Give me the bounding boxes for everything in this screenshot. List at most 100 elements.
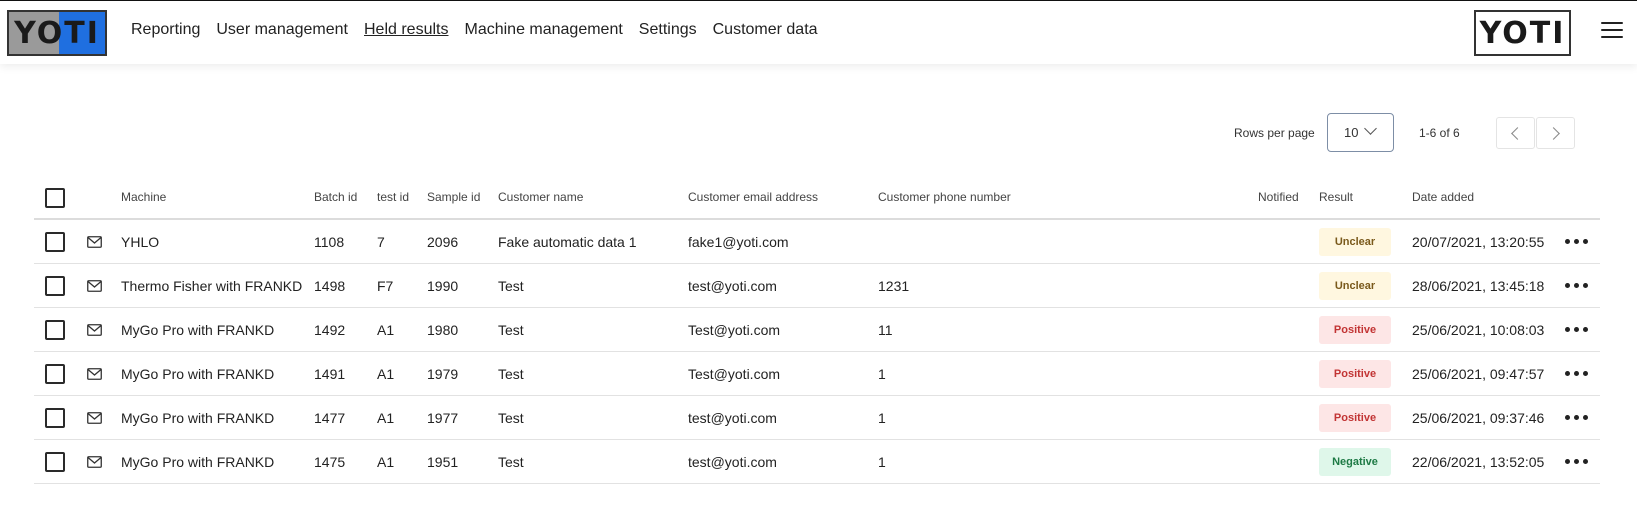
date-added-cell: 22/06/2021, 13:52:05 — [1412, 453, 1545, 470]
phone-cell: 1 — [878, 453, 886, 470]
select-all-checkbox[interactable] — [45, 188, 65, 208]
mail-icon[interactable] — [87, 324, 102, 336]
date-added-cell: 28/06/2021, 13:45:18 — [1412, 277, 1545, 294]
status-badge: Unclear — [1319, 227, 1391, 256]
column-header-phone[interactable]: Customer phone number — [878, 176, 1011, 218]
table-header: Machine Batch id test id Sample id Custo… — [34, 176, 1600, 220]
column-header-email[interactable]: Customer email address — [688, 176, 818, 218]
column-header-machine[interactable]: Machine — [121, 176, 166, 218]
yoti-logo-secondary: YOTI — [1474, 10, 1571, 56]
table-row[interactable]: MyGo Pro with FRANKD 1475 A1 1951 Test t… — [34, 440, 1600, 484]
hamburger-icon[interactable] — [1601, 22, 1623, 40]
table-row[interactable]: Thermo Fisher with FRANKD 1498 F7 1990 T… — [34, 264, 1600, 308]
more-options-icon[interactable] — [1565, 283, 1588, 288]
column-header-customer-name[interactable]: Customer name — [498, 176, 583, 218]
batch-id-cell: 1475 — [314, 453, 346, 470]
yoti-logo[interactable]: YOTI — [7, 10, 107, 56]
column-header-result[interactable]: Result — [1319, 176, 1353, 218]
phone-cell: 1 — [878, 365, 886, 382]
batch-id-cell: 1108 — [314, 233, 345, 250]
nav-held-results[interactable]: Held results — [364, 21, 448, 39]
date-added-cell: 25/06/2021, 10:08:03 — [1412, 321, 1545, 338]
result-cell: Positive — [1319, 308, 1391, 351]
nav-user-management[interactable]: User management — [216, 21, 348, 39]
table-row[interactable]: MyGo Pro with FRANKD 1492 A1 1980 Test T… — [34, 308, 1600, 352]
rows-per-page-label: Rows per page — [1234, 126, 1315, 140]
machine-cell: MyGo Pro with FRANKD — [121, 409, 275, 426]
row-checkbox[interactable] — [45, 408, 65, 428]
result-cell: Unclear — [1319, 264, 1391, 307]
mail-icon[interactable] — [87, 236, 102, 248]
email-cell: test@yoti.com — [688, 453, 777, 470]
column-header-notified[interactable]: Notified — [1258, 176, 1299, 218]
test-id-cell: A1 — [377, 321, 395, 338]
batch-id-cell: 1477 — [314, 409, 346, 426]
email-cell: Test@yoti.com — [688, 321, 781, 338]
mail-icon[interactable] — [87, 368, 102, 380]
table-row[interactable]: MyGo Pro with FRANKD 1491 A1 1979 Test T… — [34, 352, 1600, 396]
sample-id-cell: 1990 — [427, 277, 459, 294]
previous-page-button[interactable] — [1496, 117, 1535, 149]
result-cell: Unclear — [1319, 220, 1391, 263]
chevron-left-icon — [1511, 127, 1524, 140]
rows-per-page-value: 10 — [1344, 125, 1359, 140]
customer-name-cell: Test — [498, 365, 524, 382]
date-added-cell: 25/06/2021, 09:47:57 — [1412, 365, 1545, 382]
logo-text: YOTI — [1479, 15, 1566, 51]
machine-cell: MyGo Pro with FRANKD — [121, 365, 275, 382]
row-checkbox[interactable] — [45, 320, 65, 340]
next-page-button[interactable] — [1536, 117, 1575, 149]
test-id-cell: A1 — [377, 409, 395, 426]
more-options-icon[interactable] — [1565, 371, 1588, 376]
email-cell: test@yoti.com — [688, 409, 777, 426]
result-cell: Positive — [1319, 396, 1391, 439]
machine-cell: MyGo Pro with FRANKD — [121, 453, 275, 470]
status-badge: Positive — [1319, 403, 1391, 432]
row-checkbox[interactable] — [45, 452, 65, 472]
column-header-test-id[interactable]: test id — [377, 176, 409, 218]
sample-id-cell: 1980 — [427, 321, 459, 338]
email-cell: test@yoti.com — [688, 277, 777, 294]
table-row[interactable]: YHLO 1108 7 2096 Fake automatic data 1 f… — [34, 220, 1600, 264]
mail-icon[interactable] — [87, 280, 102, 292]
status-badge: Negative — [1319, 447, 1391, 476]
phone-cell: 11 — [878, 321, 893, 338]
customer-name-cell: Test — [498, 453, 524, 470]
nav-reporting[interactable]: Reporting — [131, 21, 200, 39]
top-navigation-bar: YOTI Reporting User management Held resu… — [0, 0, 1637, 64]
customer-name-cell: Test — [498, 409, 524, 426]
phone-cell: 1231 — [878, 277, 910, 294]
nav-customer-data[interactable]: Customer data — [713, 21, 818, 39]
test-id-cell: 7 — [377, 233, 385, 250]
date-added-cell: 25/06/2021, 09:37:46 — [1412, 409, 1545, 426]
customer-name-cell: Test — [498, 277, 524, 294]
sample-id-cell: 1951 — [427, 453, 459, 470]
row-checkbox[interactable] — [45, 232, 65, 252]
machine-cell: YHLO — [121, 233, 160, 250]
rows-per-page-select[interactable]: 10 — [1327, 113, 1394, 152]
page-range: 1-6 of 6 — [1419, 126, 1460, 140]
column-header-batch-id[interactable]: Batch id — [314, 176, 357, 218]
main-nav: Reporting User management Held results M… — [131, 21, 818, 39]
table-body: YHLO 1108 7 2096 Fake automatic data 1 f… — [34, 220, 1600, 484]
column-header-date-added[interactable]: Date added — [1412, 176, 1474, 218]
more-options-icon[interactable] — [1565, 239, 1588, 244]
result-cell: Positive — [1319, 352, 1391, 395]
column-header-sample-id[interactable]: Sample id — [427, 176, 480, 218]
mail-icon[interactable] — [87, 456, 102, 468]
test-id-cell: A1 — [377, 365, 395, 382]
table-row[interactable]: MyGo Pro with FRANKD 1477 A1 1977 Test t… — [34, 396, 1600, 440]
phone-cell: 1 — [878, 409, 886, 426]
held-results-table: Machine Batch id test id Sample id Custo… — [34, 176, 1600, 484]
chevron-right-icon — [1547, 127, 1560, 140]
more-options-icon[interactable] — [1565, 459, 1588, 464]
more-options-icon[interactable] — [1565, 415, 1588, 420]
nav-settings[interactable]: Settings — [639, 21, 697, 39]
row-checkbox[interactable] — [45, 276, 65, 296]
row-checkbox[interactable] — [45, 364, 65, 384]
sample-id-cell: 2096 — [427, 233, 459, 250]
mail-icon[interactable] — [87, 412, 102, 424]
sample-id-cell: 1979 — [427, 365, 459, 382]
nav-machine-management[interactable]: Machine management — [464, 21, 622, 39]
more-options-icon[interactable] — [1565, 327, 1588, 332]
